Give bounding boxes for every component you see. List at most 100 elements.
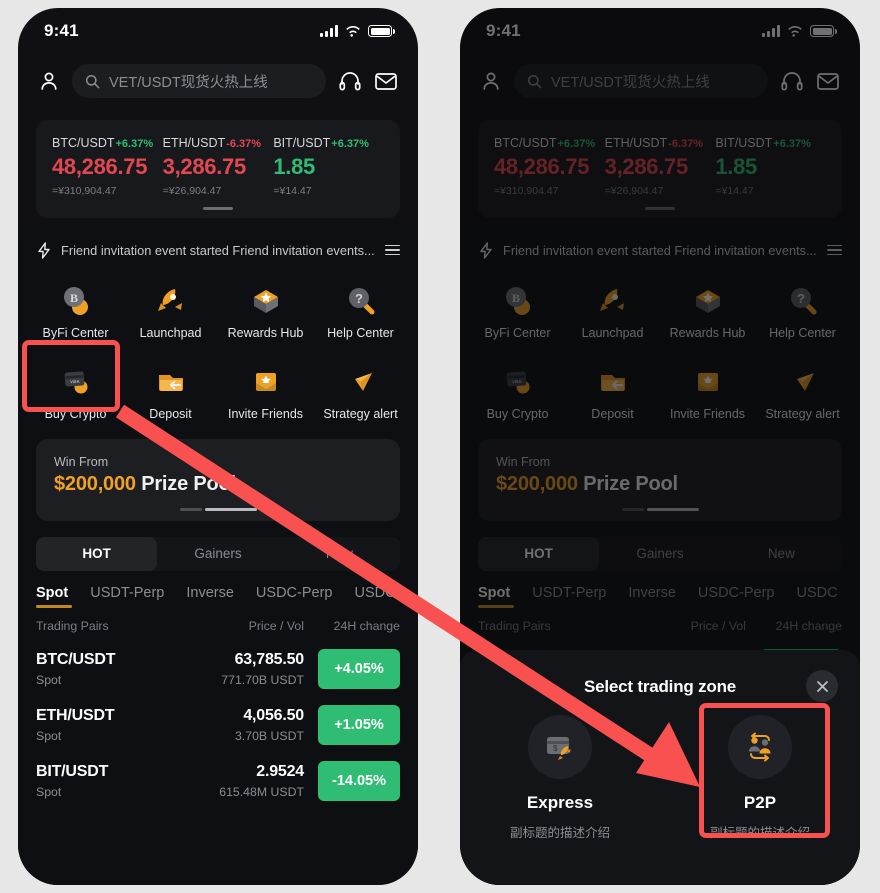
table-row[interactable]: BIT/USDT Spot 2.9524 615.48M USDT -14.05% <box>18 745 418 801</box>
tab-usdt-perp[interactable]: USDT-Perp <box>90 585 164 601</box>
header-24h-change: 24H change <box>333 618 400 633</box>
ticker-item[interactable]: BIT/USDT +6.37% 1.85 =¥14.47 <box>715 136 826 197</box>
table-row[interactable]: BTC/USDT Spot 63,785.50 771.70B USDT +4.05… <box>18 633 418 689</box>
zone-subtitle: 副标题的描述介绍 <box>709 826 810 840</box>
row-market: Spot <box>36 672 62 687</box>
segment-gainers[interactable]: Gainers <box>599 537 720 571</box>
promo-banner[interactable]: Win From $200,000 Prize Pool <box>478 438 842 521</box>
row-change-badge[interactable]: +1.05% <box>318 704 400 745</box>
quick-action-label: Help Center <box>327 325 394 340</box>
credit-card-icon: VISA <box>56 362 96 402</box>
promo-banner[interactable]: Win From $200,000 Prize Pool <box>36 438 400 521</box>
star-badge-icon <box>246 281 286 321</box>
ticker-item[interactable]: ETH/USDT -6.37% 3,286.75 =¥26,904.47 <box>605 136 716 197</box>
table-header: Trading Pairs Price / Vol 24H change <box>460 601 860 633</box>
app-screen-left: 9:41 VET/USDT现货火热上线 BTC/USDT +6.37% 48,2… <box>18 8 418 885</box>
trading-zone-p2p[interactable]: P2P 副标题的描述介绍 <box>660 715 860 841</box>
tab-usdc[interactable]: USDC <box>796 585 837 601</box>
announcement-bar[interactable]: Friend invitation event started Friend i… <box>18 228 418 265</box>
search-input[interactable]: VET/USDT现货火热上线 <box>514 64 768 98</box>
p2p-exchange-icon <box>728 715 792 779</box>
market-ticker-card[interactable]: BTC/USDT +6.37% 48,286.75 =¥310,904.47 ET… <box>478 120 842 218</box>
header-price-vol: Price / Vol <box>248 618 304 633</box>
tab-usdt-perp[interactable]: USDT-Perp <box>532 585 606 601</box>
envelope-icon[interactable] <box>374 71 398 91</box>
svg-text:VISA: VISA <box>512 378 522 384</box>
row-change-badge[interactable]: +4.05% <box>318 648 400 689</box>
row-volume: 3.70B USDT <box>234 728 304 743</box>
quick-action-launchpad[interactable]: Launchpad <box>565 273 660 350</box>
row-volume: 615.48M USDT <box>219 784 304 799</box>
quick-action-rewards-hub[interactable]: Rewards Hub <box>218 273 313 350</box>
status-time: 9:41 <box>44 21 79 40</box>
quick-action-invite-friends[interactable]: Invite Friends <box>218 354 313 431</box>
ticker-item[interactable]: ETH/USDT -6.37% 3,286.75 =¥26,904.47 <box>163 136 274 197</box>
tab-usdc-perp[interactable]: USDC-Perp <box>256 585 333 601</box>
hamburger-menu-icon[interactable] <box>827 244 842 256</box>
quick-action-label: Deposit <box>149 406 192 421</box>
tab-spot[interactable]: Spot <box>36 585 68 601</box>
profile-icon[interactable] <box>38 70 60 92</box>
promo-label: Prize Pool <box>583 472 678 495</box>
trading-zone-options: $ Express 副标题的描述介绍 P2P 副标题的描述介绍 <box>460 715 860 841</box>
announcement-text: Friend invitation event started Friend i… <box>61 242 375 258</box>
quick-action-strategy-alert[interactable]: Strategy alert <box>313 354 408 431</box>
quick-action-label: Buy Crypto <box>486 406 549 421</box>
hamburger-menu-icon[interactable] <box>385 244 400 256</box>
row-change-badge[interactable]: -14.05% <box>318 760 400 801</box>
row-market: Spot <box>36 728 62 743</box>
ticker-pair: ETH/USDT <box>162 136 226 150</box>
tab-usdc-perp[interactable]: USDC-Perp <box>698 585 775 601</box>
quick-action-buy-crypto[interactable]: VISA Buy Crypto <box>28 354 123 431</box>
tab-spot[interactable]: Spot <box>478 585 510 601</box>
search-icon <box>85 74 100 89</box>
tab-inverse[interactable]: Inverse <box>186 585 234 601</box>
search-input[interactable]: VET/USDT现货火热上线 <box>72 64 326 98</box>
quick-action-buy-crypto[interactable]: VISA Buy Crypto <box>470 354 565 431</box>
status-bar: 9:41 <box>18 8 418 54</box>
segment-new[interactable]: New <box>721 537 842 571</box>
quick-action-byfi-center[interactable]: B ByFi Center <box>470 273 565 350</box>
segment-new[interactable]: New <box>279 537 400 571</box>
ticker-item[interactable]: BTC/USDT +6.37% 48,286.75 =¥310,904.47 <box>52 136 163 197</box>
quick-action-rewards-hub[interactable]: Rewards Hub <box>660 273 755 350</box>
market-ticker-card[interactable]: BTC/USDT +6.37% 48,286.75 =¥310,904.47 ET… <box>36 120 400 218</box>
envelope-star-icon <box>246 362 286 402</box>
table-row[interactable]: ETH/USDT Spot 4,056.50 3.70B USDT +1.05% <box>18 689 418 745</box>
quick-action-help-center[interactable]: ? Help Center <box>755 273 850 350</box>
quick-action-byfi-center[interactable]: B ByFi Center <box>28 273 123 350</box>
trading-zone-express[interactable]: $ Express 副标题的描述介绍 <box>460 715 660 841</box>
quick-action-label: Launchpad <box>581 325 644 340</box>
announcement-text: Friend invitation event started Friend i… <box>503 242 817 258</box>
ticker-item[interactable]: BIT/USDT +6.37% 1.85 =¥14.47 <box>273 136 384 197</box>
quick-action-deposit[interactable]: Deposit <box>123 354 218 431</box>
envelope-icon[interactable] <box>816 71 840 91</box>
row-pair: BIT/USDT <box>36 762 109 780</box>
row-price: 2.9524 <box>256 762 304 780</box>
sub-tabs: Spot USDT-Perp Inverse USDC-Perp USDC <box>460 571 860 608</box>
announcement-bar[interactable]: Friend invitation event started Friend i… <box>460 228 860 265</box>
profile-icon[interactable] <box>480 70 502 92</box>
signal-bars-icon <box>762 25 780 37</box>
svg-text:VISA: VISA <box>70 378 80 384</box>
quick-action-help-center[interactable]: ? Help Center <box>313 273 408 350</box>
quick-action-launchpad[interactable]: Launchpad <box>123 273 218 350</box>
header-trading-pairs: Trading Pairs <box>478 618 551 633</box>
headset-icon[interactable] <box>780 70 804 92</box>
segment-gainers[interactable]: Gainers <box>157 537 278 571</box>
tab-inverse[interactable]: Inverse <box>628 585 676 601</box>
quick-action-deposit[interactable]: Deposit <box>565 354 660 431</box>
quick-action-strategy-alert[interactable]: Strategy alert <box>755 354 850 431</box>
headset-icon[interactable] <box>338 70 362 92</box>
ticker-item[interactable]: BTC/USDT +6.37% 48,286.75 =¥310,904.47 <box>494 136 605 197</box>
close-icon[interactable] <box>806 670 838 702</box>
quick-action-label: Buy Crypto <box>44 406 107 421</box>
row-price: 4,056.50 <box>243 706 304 724</box>
tab-usdc[interactable]: USDC <box>354 585 395 601</box>
deposit-arrow-icon <box>593 362 633 402</box>
carousel-indicator <box>52 207 384 210</box>
segment-hot[interactable]: HOT <box>478 536 600 571</box>
quick-action-invite-friends[interactable]: Invite Friends <box>660 354 755 431</box>
segment-hot[interactable]: HOT <box>36 536 158 571</box>
header-trading-pairs: Trading Pairs <box>36 618 109 633</box>
